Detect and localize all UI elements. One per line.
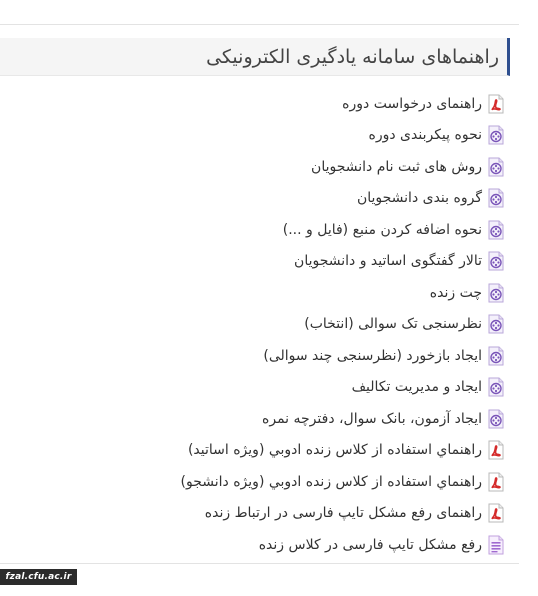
video-icon <box>486 220 506 240</box>
guide-link[interactable]: گروه بندی دانشجویان <box>357 190 482 206</box>
guide-list-item: روش های ثبت نام دانشجویان <box>26 151 506 183</box>
guide-list-item: راهنمای درخواست دوره <box>26 88 506 120</box>
video-icon <box>486 409 506 429</box>
guide-link[interactable]: نحوه پیکربندی دوره <box>369 127 483 143</box>
guide-list-item: ایجاد آزمون، بانک سوال، دفترچه نمره <box>26 403 506 435</box>
guide-list-item: گروه بندی دانشجویان <box>26 183 506 215</box>
guide-link[interactable]: ایجاد آزمون، بانک سوال، دفترچه نمره <box>262 411 482 427</box>
guide-list-item: تالار گفتگوی اساتید و دانشجویان <box>26 246 506 278</box>
guide-list-item: چت زنده <box>26 277 506 309</box>
pdf-icon <box>486 94 506 114</box>
video-icon <box>486 377 506 397</box>
guide-link[interactable]: راهنمای درخواست دوره <box>342 96 482 112</box>
panel-header: راهنماهای سامانه یادگیری الکترونیکی <box>0 38 510 76</box>
guide-list-item: راهنمای رفع مشکل تایپ فارسی در ارتباط زن… <box>26 498 506 530</box>
guide-list-item: نحوه پیکربندی دوره <box>26 120 506 152</box>
guide-link[interactable]: ایجاد بازخورد (نظرسنجی چند سوالی) <box>263 348 482 364</box>
document-icon <box>486 535 506 555</box>
pdf-icon <box>486 472 506 492</box>
guide-link[interactable]: ایجاد و مدیریت تکالیف <box>352 379 482 395</box>
guide-list-item: نحوه اضافه کردن منبع (فایل و ...) <box>26 214 506 246</box>
guide-list-item: نظرسنجی تک سوالی (انتخاب) <box>26 309 506 341</box>
pdf-icon <box>486 440 506 460</box>
panel-title: راهنماهای سامانه یادگیری الکترونیکی <box>206 46 499 68</box>
video-icon <box>486 188 506 208</box>
guide-link[interactable]: راهنماي استفاده از كلاس زنده ادوبي (ويژه… <box>188 442 482 458</box>
guide-link[interactable]: چت زنده <box>430 285 482 301</box>
guide-link[interactable]: رفع مشکل تایپ فارسی در کلاس زنده <box>259 537 482 553</box>
guide-list-item: راهنماي استفاده از كلاس زنده ادوبي (ويژه… <box>26 466 506 498</box>
guide-link[interactable]: روش های ثبت نام دانشجویان <box>311 159 482 175</box>
guide-list: راهنمای درخواست دوره نحوه پیکربندی دوره … <box>26 88 506 561</box>
bottom-divider <box>0 563 519 564</box>
guide-link[interactable]: راهنمای رفع مشکل تایپ فارسی در ارتباط زن… <box>205 505 482 521</box>
footer-badge: fzal.cfu.ac.ir <box>0 569 77 585</box>
guide-list-item: ایجاد و مدیریت تکالیف <box>26 372 506 404</box>
guide-link[interactable]: تالار گفتگوی اساتید و دانشجویان <box>294 253 482 269</box>
guide-link[interactable]: راهنماي استفاده از كلاس زنده ادوبي (ويژه… <box>181 474 482 490</box>
video-icon <box>486 314 506 334</box>
guide-list-item: رفع مشکل تایپ فارسی در کلاس زنده <box>26 529 506 561</box>
video-icon <box>486 125 506 145</box>
guide-link[interactable]: نحوه اضافه کردن منبع (فایل و ...) <box>283 222 482 238</box>
guide-list-item: ایجاد بازخورد (نظرسنجی چند سوالی) <box>26 340 506 372</box>
pdf-icon <box>486 503 506 523</box>
guide-list-item: راهنماي استفاده از كلاس زنده ادوبي (ويژه… <box>26 435 506 467</box>
video-icon <box>486 157 506 177</box>
video-icon <box>486 283 506 303</box>
video-icon <box>486 346 506 366</box>
video-icon <box>486 251 506 271</box>
guide-link[interactable]: نظرسنجی تک سوالی (انتخاب) <box>304 316 482 332</box>
top-divider <box>0 24 519 25</box>
